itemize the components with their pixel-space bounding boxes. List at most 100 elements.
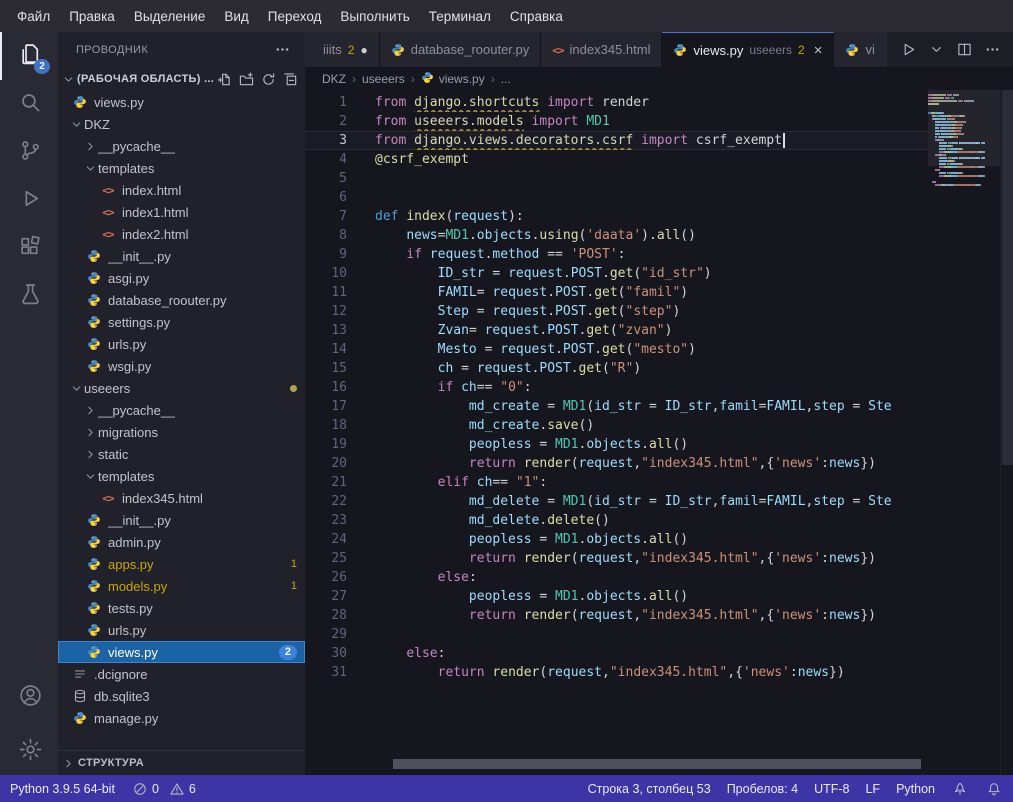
code-line-18[interactable]: 18 md_create.save() xyxy=(305,416,928,435)
menu-item-item[interactable]: Терминал xyxy=(420,4,500,29)
explorer-more-actions-icon[interactable] xyxy=(273,41,291,59)
file-dcignore[interactable]: .dcignore xyxy=(58,663,305,685)
close-icon[interactable]: × xyxy=(814,43,823,58)
menu-item-item[interactable]: Справка xyxy=(501,4,572,29)
activity-extensions-button[interactable] xyxy=(0,224,58,272)
file-database-roouter-py[interactable]: database_roouter.py xyxy=(58,289,305,311)
horizontal-scrollbar-thumb[interactable] xyxy=(393,759,921,769)
code-line-9[interactable]: 9 if request.method == 'POST': xyxy=(305,245,928,264)
notifications-item[interactable] xyxy=(985,780,1003,798)
code-line-11[interactable]: 11 FAMIL= request.POST.get("famil") xyxy=(305,283,928,302)
code-line-22[interactable]: 22 md_delete = MD1(id_str = ID_str,famil… xyxy=(305,492,928,511)
code-line-14[interactable]: 14 Mesto = request.POST.get("mesto") xyxy=(305,340,928,359)
chevron-down-icon[interactable] xyxy=(68,118,84,131)
code-line-25[interactable]: 25 return render(request,"index345.html"… xyxy=(305,549,928,568)
file-urls-py[interactable]: urls.py xyxy=(58,333,305,355)
menu-item-item[interactable]: Вид xyxy=(215,4,257,29)
tab-database-roouter-py[interactable]: database_roouter.py xyxy=(380,32,542,67)
file-index-html[interactable]: <>index.html xyxy=(58,179,305,201)
file-admin-py[interactable]: admin.py xyxy=(58,531,305,553)
code-line-24[interactable]: 24 peopless = MD1.objects.all() xyxy=(305,530,928,549)
file-init-py[interactable]: __init__.py xyxy=(58,245,305,267)
split-editor-button[interactable] xyxy=(955,41,973,59)
chevron-right-icon[interactable] xyxy=(82,426,98,439)
folder-pycache[interactable]: __pycache__ xyxy=(58,135,305,157)
code-line-21[interactable]: 21 elif ch== "1": xyxy=(305,473,928,492)
menu-item-item[interactable]: Переход xyxy=(259,4,331,29)
run-dropdown-chevron-icon[interactable] xyxy=(927,41,945,59)
chevron-down-icon[interactable] xyxy=(68,382,84,395)
tab-views-py[interactable]: views.pyuseeers2× xyxy=(662,32,834,67)
cursor-position-item[interactable]: Строка 3, столбец 53 xyxy=(588,782,711,796)
code-line-19[interactable]: 19 peopless = MD1.objects.all() xyxy=(305,435,928,454)
chevron-right-icon[interactable] xyxy=(82,404,98,417)
activity-explorer-button[interactable]: 2 xyxy=(0,32,58,80)
file-index1-html[interactable]: <>index1.html xyxy=(58,201,305,223)
chevron-down-icon[interactable] xyxy=(82,470,98,483)
problems-item[interactable]: 0 6 xyxy=(131,780,202,798)
code-line-23[interactable]: 23 md_delete.delete() xyxy=(305,511,928,530)
chevron-right-icon[interactable] xyxy=(82,140,98,153)
menu-item-item[interactable]: Файл xyxy=(8,4,59,29)
indentation-item[interactable]: Пробелов: 4 xyxy=(727,782,798,796)
activity-accounts-button[interactable] xyxy=(0,673,58,721)
file-apps-py[interactable]: apps.py1 xyxy=(58,553,305,575)
folder-templates[interactable]: templates xyxy=(58,157,305,179)
run-python-file-button[interactable] xyxy=(899,41,917,59)
file-asgi-py[interactable]: asgi.py xyxy=(58,267,305,289)
vertical-scrollbar[interactable] xyxy=(1000,90,1013,775)
folder-useeers[interactable]: useeers xyxy=(58,377,305,399)
file-db-sqlite3[interactable]: db.sqlite3 xyxy=(58,685,305,707)
activity-search-button[interactable] xyxy=(0,80,58,128)
python-interpreter-item[interactable]: Python 3.9.5 64-bit xyxy=(10,782,115,796)
language-mode-item[interactable]: Python xyxy=(896,782,935,796)
breadcrumb-item-dkz[interactable]: DKZ xyxy=(322,72,346,86)
more-actions-button[interactable] xyxy=(983,41,1001,59)
menu-item-item[interactable]: Выполнить xyxy=(331,4,418,29)
code-line-20[interactable]: 20 return render(request,"index345.html"… xyxy=(305,454,928,473)
folder-pycache[interactable]: __pycache__ xyxy=(58,399,305,421)
code-line-7[interactable]: 7def index(request): xyxy=(305,207,928,226)
collapse-all-icon[interactable] xyxy=(281,70,299,88)
encoding-item[interactable]: UTF-8 xyxy=(814,782,849,796)
file-wsgi-py[interactable]: wsgi.py xyxy=(58,355,305,377)
code-line-4[interactable]: 4@csrf_exempt xyxy=(305,150,928,169)
file-index2-html[interactable]: <>index2.html xyxy=(58,223,305,245)
file-manage-py[interactable]: manage.py xyxy=(58,707,305,729)
file-views-py[interactable]: views.py2 xyxy=(58,641,305,663)
file-settings-py[interactable]: settings.py xyxy=(58,311,305,333)
code-line-2[interactable]: 2from useeers.models import MD1 xyxy=(305,112,928,131)
code-area[interactable]: 1from django.shortcuts import render2fro… xyxy=(305,90,928,775)
code-line-27[interactable]: 27 peopless = MD1.objects.all() xyxy=(305,587,928,606)
code-line-1[interactable]: 1from django.shortcuts import render xyxy=(305,93,928,112)
code-line-17[interactable]: 17 md_create = MD1(id_str = ID_str,famil… xyxy=(305,397,928,416)
file-views-py[interactable]: views.py xyxy=(58,91,305,113)
pylance-item[interactable] xyxy=(951,780,969,798)
folder-templates[interactable]: templates xyxy=(58,465,305,487)
file-index345-html[interactable]: <>index345.html xyxy=(58,487,305,509)
activity-run-debug-button[interactable] xyxy=(0,176,58,224)
menu-item-item[interactable]: Правка xyxy=(60,4,124,29)
code-line-28[interactable]: 28 return render(request,"index345.html"… xyxy=(305,606,928,625)
minimap[interactable] xyxy=(928,90,1000,775)
breadcrumb-item-item[interactable]: ... xyxy=(501,72,511,86)
code-line-13[interactable]: 13 Zvan= request.POST.get("zvan") xyxy=(305,321,928,340)
activity-settings-button[interactable] xyxy=(0,727,58,775)
new-folder-icon[interactable] xyxy=(237,70,255,88)
outline-section-header[interactable]: СТРУКТУРА xyxy=(58,750,305,775)
tab-vi[interactable]: vi xyxy=(834,32,887,67)
folder-dkz[interactable]: DKZ xyxy=(58,113,305,135)
tab-index345-html[interactable]: <>index345.html xyxy=(541,32,662,67)
code-line-12[interactable]: 12 Step = request.POST.get("step") xyxy=(305,302,928,321)
code-line-5[interactable]: 5 xyxy=(305,169,928,188)
activity-source-control-button[interactable] xyxy=(0,128,58,176)
vertical-scrollbar-thumb[interactable] xyxy=(1002,90,1013,465)
folder-migrations[interactable]: migrations xyxy=(58,421,305,443)
code-line-16[interactable]: 16 if ch== "0": xyxy=(305,378,928,397)
menu-item-item[interactable]: Выделение xyxy=(125,4,215,29)
chevron-right-icon[interactable] xyxy=(82,448,98,461)
tab-iiits[interactable]: iiits2● xyxy=(305,32,380,67)
folder-static[interactable]: static xyxy=(58,443,305,465)
code-line-6[interactable]: 6 xyxy=(305,188,928,207)
activity-testing-button[interactable] xyxy=(0,272,58,320)
